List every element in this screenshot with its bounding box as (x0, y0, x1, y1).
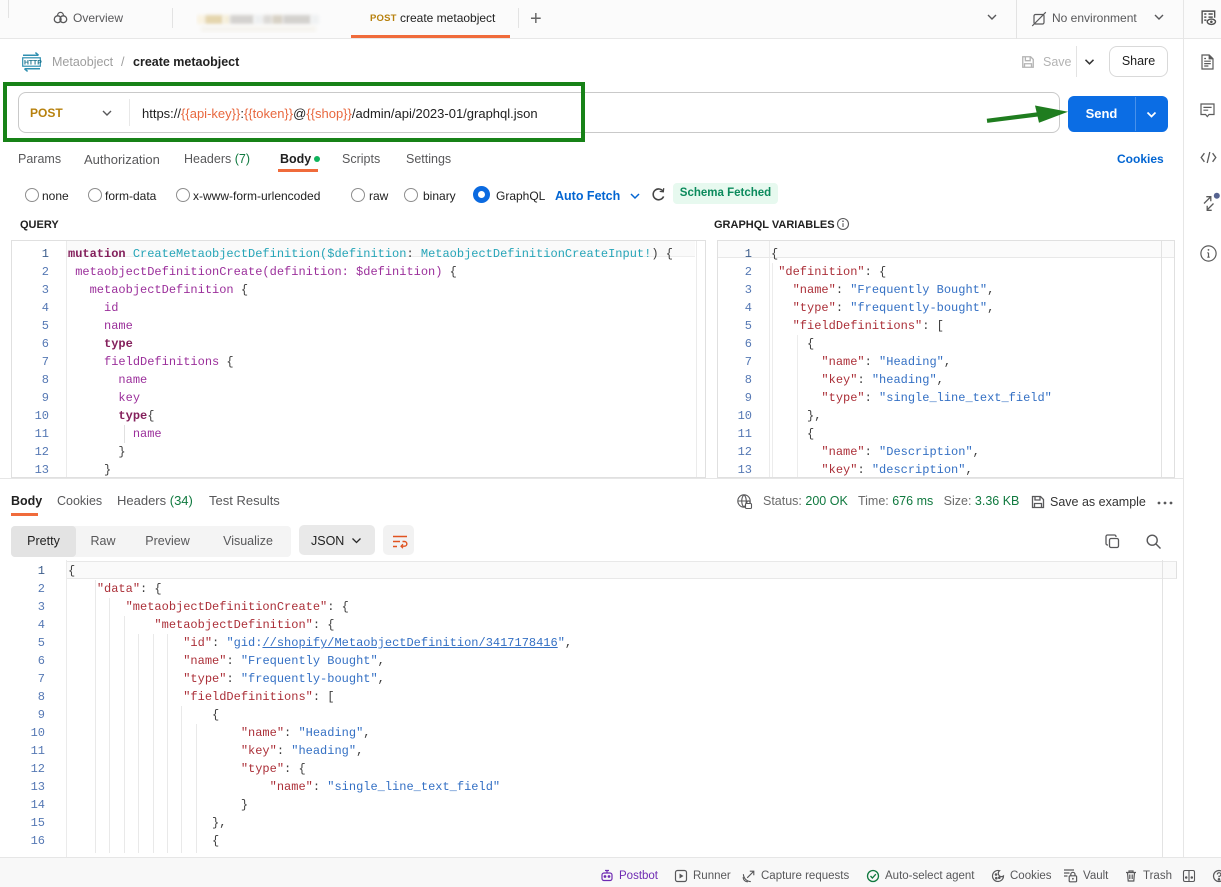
svg-text:HTTP: HTTP (24, 60, 42, 67)
